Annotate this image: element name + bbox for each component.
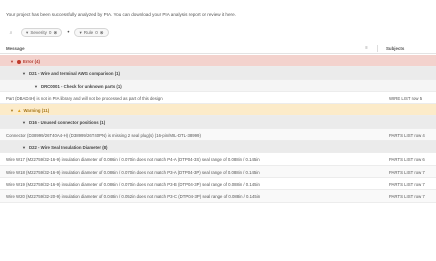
close-icon[interactable]: ⊗	[53, 30, 57, 36]
column-header-subjects[interactable]: Subjects	[386, 46, 404, 51]
row-subject[interactable]: PARTS LIST row 4	[389, 133, 425, 138]
row-message: Wire W19 (M22759/32-16-9) insulation dia…	[6, 181, 260, 187]
row-message: Wire W17 (M22759/32-16-9) insulation dia…	[6, 157, 260, 163]
group-label: Warning (11)	[23, 108, 50, 114]
column-header-message[interactable]: Message	[6, 46, 25, 51]
row-subject[interactable]: PARTS LIST row 7	[389, 182, 425, 187]
row-message: Wire W18 (M22759/32-16-9) insulation dia…	[6, 169, 260, 175]
row-subject[interactable]: PARTS LIST row 7	[389, 170, 425, 175]
row-message: Connector (D38999/26T40A4-H) (D38999/26T…	[6, 132, 201, 138]
table-row[interactable]: Part (DBAD4H) is not in PIA library and …	[0, 91, 436, 105]
column-menu-icon[interactable]: ≡	[365, 45, 368, 50]
chevron-down-icon: ▾	[26, 29, 29, 35]
chip-count: 0	[95, 30, 98, 35]
separator-dot: •	[67, 29, 70, 36]
row-subject[interactable]: WIRE LIST row 5	[389, 96, 422, 101]
group-row-sub1[interactable]: ▼ D16 - Unused connector positions (1)	[0, 116, 436, 129]
filter-bar: ⌕ ▾ Severity 0 ⊗ • ▾ Rule 0 ⊗	[6, 27, 430, 38]
chevron-down-icon[interactable]: ▼	[10, 108, 14, 113]
close-icon[interactable]: ⊗	[100, 30, 104, 36]
group-label: D21 - Wire and terminal AWG comparison (…	[28, 71, 120, 77]
chevron-down-icon[interactable]: ▼	[10, 59, 14, 64]
chevron-down-icon[interactable]: ▼	[22, 145, 26, 150]
group-row-group-warn[interactable]: ▼ ▲ Warning (11)	[0, 104, 436, 117]
group-row-group-error[interactable]: ▼ Error (4)	[0, 55, 436, 68]
analysis-page: Your project has been successfully analy…	[0, 0, 436, 261]
group-row-sub1[interactable]: ▼ D22 - Wire Seal Insulation Diameter (8)	[0, 141, 436, 154]
rule-filter-chip[interactable]: ▾ Rule 0 ⊗	[74, 28, 109, 37]
row-subject[interactable]: PARTS LIST row 7	[389, 194, 425, 199]
status-banner: Your project has been successfully analy…	[6, 12, 236, 17]
group-label: DRC0001 - Check for unknown parts (1)	[40, 83, 122, 89]
severity-filter-chip[interactable]: ▾ Severity 0 ⊗	[21, 28, 63, 37]
row-message: Wire W20 (M22759/32-20-9) insulation dia…	[6, 194, 261, 200]
search-icon[interactable]: ⌕	[6, 30, 16, 36]
table-row[interactable]: Wire W17 (M22759/32-16-9) insulation dia…	[0, 153, 436, 166]
chip-label: Rule	[83, 30, 94, 35]
chevron-down-icon: ▾	[79, 29, 82, 35]
column-divider[interactable]	[377, 45, 378, 52]
chip-label: Severity	[30, 30, 47, 35]
chevron-down-icon[interactable]: ▼	[34, 84, 38, 89]
group-label: Error (4)	[22, 59, 40, 64]
chevron-down-icon[interactable]: ▼	[22, 71, 26, 76]
table-header: Message ≡ Subjects	[0, 43, 436, 54]
group-row-sub1[interactable]: ▼ D21 - Wire and terminal AWG comparison …	[0, 67, 436, 80]
group-label: D22 - Wire Seal Insulation Diameter (8)	[28, 145, 108, 151]
table-row[interactable]: Connector (D38999/26T40A4-H) (D38999/26T…	[0, 128, 436, 142]
issues-table-body: ▼ Error (4) ▼ D21 - Wire and terminal AWG c…	[0, 55, 436, 203]
row-message: Part (DBAD4H) is not in PIA library and …	[6, 95, 163, 101]
group-label: D16 - Unused connector positions (1)	[28, 120, 106, 126]
row-subject[interactable]: PARTS LIST row 6	[389, 157, 425, 162]
warning-icon: ▲	[16, 108, 22, 114]
chip-count: 0	[48, 30, 52, 35]
group-row-sub2[interactable]: ▼ DRC0001 - Check for unknown parts (1)	[0, 79, 436, 92]
chevron-down-icon[interactable]: ▼	[22, 120, 26, 125]
table-row[interactable]: Wire W20 (M22759/32-20-9) insulation dia…	[0, 190, 436, 203]
table-row[interactable]: Wire W19 (M22759/32-16-9) insulation dia…	[0, 177, 436, 191]
table-row[interactable]: Wire W18 (M22759/32-16-9) insulation dia…	[0, 165, 436, 178]
error-icon	[16, 59, 21, 64]
